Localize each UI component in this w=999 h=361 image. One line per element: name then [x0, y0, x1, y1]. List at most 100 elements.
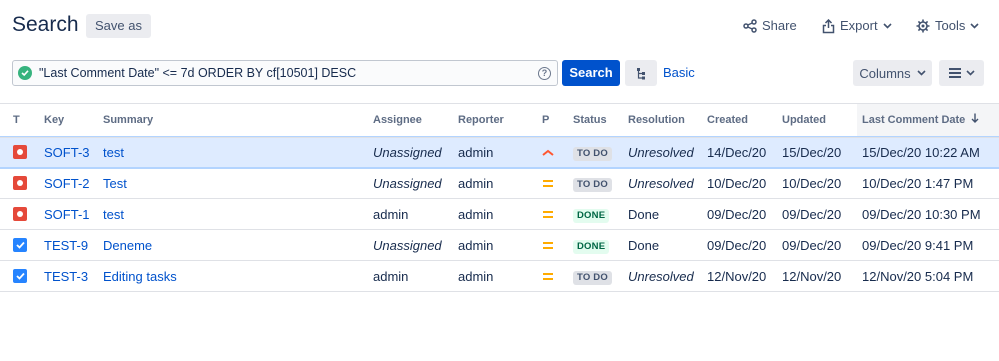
issue-key-link[interactable]: TEST-3	[44, 269, 88, 284]
column-header-updated[interactable]: Updated	[782, 103, 857, 138]
issue-summary-cell[interactable]: Deneme	[103, 229, 373, 261]
share-button[interactable]: Share	[743, 16, 797, 36]
table-row[interactable]: SOFT-1 test admin admin DONE Done 09/Dec…	[0, 198, 999, 230]
issue-summary-link[interactable]: test	[103, 207, 124, 222]
issues-table: T Key Summary Assignee Reporter P Status…	[0, 103, 999, 292]
issue-type-cell	[0, 198, 44, 230]
share-label: Share	[762, 18, 797, 33]
tools-button[interactable]: Tools	[916, 16, 979, 36]
basic-search-link[interactable]: Basic	[663, 65, 695, 80]
status-cell: TO DO	[573, 167, 628, 199]
issue-key-cell[interactable]: SOFT-3	[44, 136, 103, 168]
created-cell: 09/Dec/20	[707, 198, 782, 230]
updated-cell: 09/Dec/20	[782, 198, 857, 230]
column-header-resolution[interactable]: Resolution	[628, 103, 707, 138]
table-header-row: T Key Summary Assignee Reporter P Status…	[0, 103, 999, 138]
reporter-cell: admin	[458, 167, 542, 199]
status-badge: DONE	[573, 208, 610, 223]
status-badge: DONE	[573, 239, 610, 254]
column-header-assignee[interactable]: Assignee	[373, 103, 458, 138]
search-button[interactable]: Search	[562, 60, 620, 86]
column-header-last-comment-date[interactable]: Last Comment Date	[857, 103, 999, 138]
check-circle-icon	[18, 66, 32, 80]
bug-icon	[13, 207, 27, 221]
issue-summary-cell[interactable]: Test	[103, 167, 373, 199]
assignee-cell: Unassigned	[373, 167, 458, 199]
column-header-summary[interactable]: Summary	[103, 103, 373, 138]
chevron-down-icon	[883, 23, 892, 29]
assignee-cell: admin	[373, 198, 458, 230]
issue-key-link[interactable]: SOFT-2	[44, 176, 90, 191]
chevron-down-icon	[965, 70, 975, 76]
last-comment-date-cell: 09/Dec/20 9:41 PM	[857, 229, 999, 261]
priority-medium-icon	[543, 210, 553, 218]
reporter-cell: admin	[458, 260, 542, 292]
resolution-cell: Unresolved	[628, 260, 707, 292]
column-header-status[interactable]: Status	[573, 103, 628, 138]
table-row[interactable]: SOFT-2 Test Unassigned admin TO DO Unres…	[0, 167, 999, 199]
issue-key-link[interactable]: TEST-9	[44, 238, 88, 253]
table-row[interactable]: SOFT-3 test Unassigned admin TO DO Unres…	[0, 135, 999, 169]
jql-search-input[interactable]: "Last Comment Date" <= 7d ORDER BY cf[10…	[12, 60, 558, 86]
export-label: Export	[840, 18, 878, 33]
issue-summary-link[interactable]: Test	[103, 176, 127, 191]
priority-cell	[542, 167, 573, 199]
issue-type-cell	[0, 260, 44, 292]
column-header-last-comment-label: Last Comment Date	[862, 114, 966, 127]
created-cell: 12/Nov/20	[707, 260, 782, 292]
help-icon[interactable]: ?	[538, 66, 551, 80]
table-row[interactable]: TEST-3 Editing tasks admin admin TO DO U…	[0, 260, 999, 292]
hierarchy-button[interactable]	[625, 60, 657, 86]
view-options-button[interactable]	[939, 60, 984, 86]
status-badge: TO DO	[573, 146, 612, 161]
updated-cell: 12/Nov/20	[782, 260, 857, 292]
column-header-priority[interactable]: P	[542, 103, 573, 138]
arrow-down-icon	[971, 113, 979, 126]
issue-summary-link[interactable]: Editing tasks	[103, 269, 177, 284]
jql-query-text: "Last Comment Date" <= 7d ORDER BY cf[10…	[39, 66, 357, 80]
priority-medium-icon	[543, 179, 553, 187]
priority-cell	[542, 198, 573, 230]
columns-button[interactable]: Columns	[853, 60, 932, 86]
bug-icon	[13, 176, 27, 190]
resolution-cell: Done	[628, 229, 707, 261]
status-cell: TO DO	[573, 260, 628, 292]
issue-key-link[interactable]: SOFT-1	[44, 207, 90, 222]
status-badge: TO DO	[573, 177, 612, 192]
resolution-cell: Unresolved	[628, 136, 707, 168]
resolution-cell: Done	[628, 198, 707, 230]
issue-summary-link[interactable]: test	[103, 145, 124, 160]
column-header-key[interactable]: Key	[44, 103, 103, 138]
chevron-down-icon	[970, 23, 979, 29]
issue-key-cell[interactable]: SOFT-1	[44, 198, 103, 230]
tools-label: Tools	[935, 18, 966, 33]
column-header-reporter[interactable]: Reporter	[458, 103, 542, 138]
table-row[interactable]: TEST-9 Deneme Unassigned admin DONE Done…	[0, 229, 999, 261]
issue-key-cell[interactable]: TEST-3	[44, 260, 103, 292]
save-as-button[interactable]: Save as	[86, 14, 151, 38]
updated-cell: 15/Dec/20	[782, 136, 857, 168]
issue-key-link[interactable]: SOFT-3	[44, 145, 90, 160]
export-button[interactable]: Export	[822, 16, 892, 36]
column-header-created[interactable]: Created	[707, 103, 782, 138]
priority-medium-icon	[543, 272, 553, 280]
reporter-cell: admin	[458, 136, 542, 168]
export-icon	[822, 18, 835, 33]
assignee-cell: admin	[373, 260, 458, 292]
bug-icon	[13, 145, 27, 160]
last-comment-date-cell: 15/Dec/20 10:22 AM	[857, 136, 999, 168]
assignee-cell: Unassigned	[373, 229, 458, 261]
last-comment-date-cell: 09/Dec/20 10:30 PM	[857, 198, 999, 230]
updated-cell: 10/Dec/20	[782, 167, 857, 199]
issue-summary-link[interactable]: Deneme	[103, 238, 152, 253]
status-cell: TO DO	[573, 136, 628, 168]
created-cell: 14/Dec/20	[707, 136, 782, 168]
issue-summary-cell[interactable]: Editing tasks	[103, 260, 373, 292]
issue-key-cell[interactable]: TEST-9	[44, 229, 103, 261]
priority-high-icon	[542, 149, 554, 156]
priority-medium-icon	[543, 241, 553, 249]
issue-summary-cell[interactable]: test	[103, 136, 373, 168]
issue-key-cell[interactable]: SOFT-2	[44, 167, 103, 199]
column-header-type[interactable]: T	[0, 103, 44, 138]
issue-summary-cell[interactable]: test	[103, 198, 373, 230]
